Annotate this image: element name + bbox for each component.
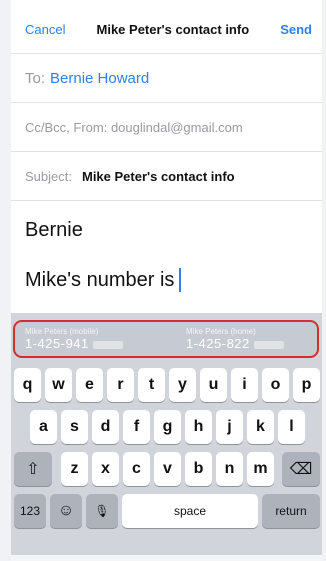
- keyboard: Mike Peters (mobile) 1-425-941 Mike Pete…: [11, 313, 322, 561]
- return-key[interactable]: return: [262, 494, 320, 528]
- body-line: Mike's number is: [25, 268, 308, 292]
- key-y[interactable]: y: [169, 368, 196, 402]
- cc-bcc-from-label: Cc/Bcc, From: douglindal@gmail.com: [25, 119, 243, 135]
- to-field[interactable]: To: Bernie Howard: [11, 54, 322, 103]
- key-z[interactable]: z: [61, 452, 88, 486]
- home-indicator-area: [11, 555, 322, 561]
- blurred-digits: [92, 340, 123, 349]
- compose-title: Mike Peter's contact info: [96, 22, 250, 37]
- key-p[interactable]: p: [293, 368, 320, 402]
- key-f[interactable]: f: [123, 410, 150, 444]
- key-m[interactable]: m: [247, 452, 274, 486]
- subject-field[interactable]: Subject: Mike Peter's contact info: [11, 152, 322, 201]
- key-x[interactable]: x: [92, 452, 119, 486]
- suggestion-number: 1-425-941: [25, 336, 156, 351]
- key-l[interactable]: l: [278, 410, 305, 444]
- key-e[interactable]: e: [76, 368, 103, 402]
- key-i[interactable]: i: [231, 368, 258, 402]
- key-c[interactable]: c: [123, 452, 150, 486]
- key-row-3: ⇧ z x c v b n m ⌫: [11, 452, 322, 486]
- microphone-icon: 🎙: [94, 504, 110, 518]
- send-button[interactable]: Send: [280, 22, 312, 37]
- key-row-1: q w e r t y u i o p: [11, 368, 322, 402]
- key-b[interactable]: b: [185, 452, 212, 486]
- key-t[interactable]: t: [138, 368, 165, 402]
- key-a[interactable]: a: [30, 410, 57, 444]
- to-recipient[interactable]: Bernie Howard: [50, 70, 149, 87]
- key-n[interactable]: n: [216, 452, 243, 486]
- key-k[interactable]: k: [247, 410, 274, 444]
- suggestion-home[interactable]: Mike Peters (home) 1-425-822: [156, 322, 317, 356]
- key-h[interactable]: h: [185, 410, 212, 444]
- key-j[interactable]: j: [216, 410, 243, 444]
- suggestion-mobile[interactable]: Mike Peters (mobile) 1-425-941: [15, 322, 156, 356]
- text-cursor: [179, 268, 182, 292]
- key-row-4: 123 ☺ 🎙 space return: [11, 494, 322, 528]
- emoji-icon: ☺: [57, 502, 75, 519]
- body-greeting: Bernie: [25, 219, 83, 241]
- body-line-text: Mike's number is: [25, 268, 175, 291]
- key-s[interactable]: s: [61, 410, 88, 444]
- suggestion-number: 1-425-822: [186, 336, 317, 351]
- quicktype-suggestions: Mike Peters (mobile) 1-425-941 Mike Pete…: [13, 320, 319, 358]
- shift-key[interactable]: ⇧: [14, 452, 52, 486]
- key-r[interactable]: r: [107, 368, 134, 402]
- key-v[interactable]: v: [154, 452, 181, 486]
- backspace-icon: ⌫: [289, 461, 313, 478]
- cancel-button[interactable]: Cancel: [25, 22, 65, 37]
- emoji-key[interactable]: ☺: [50, 494, 82, 528]
- cc-bcc-from-field[interactable]: Cc/Bcc, From: douglindal@gmail.com: [11, 103, 322, 152]
- key-o[interactable]: o: [262, 368, 289, 402]
- subject-value[interactable]: Mike Peter's contact info: [82, 169, 235, 184]
- message-body[interactable]: Bernie Mike's number is: [11, 219, 322, 292]
- delete-key[interactable]: ⌫: [282, 452, 320, 486]
- key-row-2: a s d f g h j k l: [11, 410, 322, 444]
- mail-compose-screen: Cancel Mike Peter's contact info Send To…: [11, 0, 322, 561]
- suggestion-label: Mike Peters (mobile): [25, 327, 99, 336]
- key-w[interactable]: w: [45, 368, 72, 402]
- key-g[interactable]: g: [154, 410, 181, 444]
- subject-label: Subject:: [25, 168, 72, 184]
- to-label: To:: [25, 69, 46, 87]
- key-q[interactable]: q: [14, 368, 41, 402]
- blurred-digits: [253, 340, 284, 349]
- compose-header: Cancel Mike Peter's contact info Send: [11, 0, 322, 54]
- space-key[interactable]: space: [122, 494, 258, 528]
- dictation-key[interactable]: 🎙: [86, 494, 118, 528]
- key-d[interactable]: d: [92, 410, 119, 444]
- numbers-key[interactable]: 123: [14, 494, 46, 528]
- key-u[interactable]: u: [200, 368, 227, 402]
- shift-icon: ⇧: [26, 461, 40, 478]
- suggestion-label: Mike Peters (home): [186, 327, 256, 336]
